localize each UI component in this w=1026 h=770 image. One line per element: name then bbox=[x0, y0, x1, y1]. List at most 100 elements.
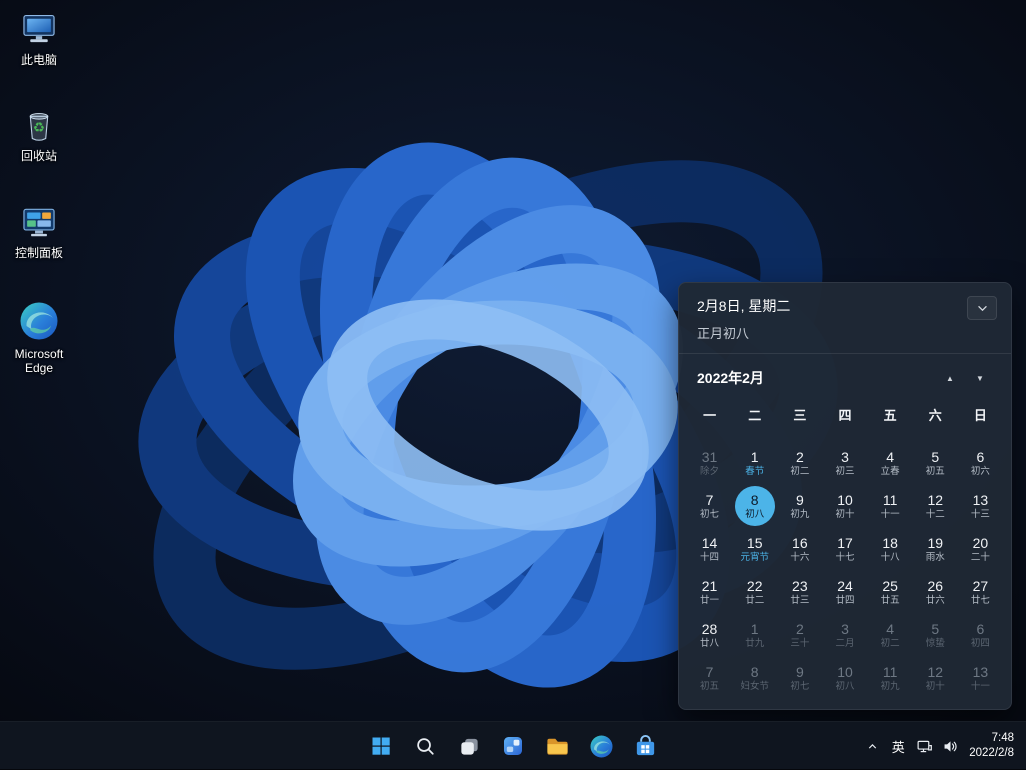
calendar-day-cell[interactable]: 22廿二 bbox=[732, 570, 777, 613]
desktop-icon-label: 控制面板 bbox=[15, 246, 63, 260]
calendar-day-cell[interactable]: 13十一 bbox=[958, 656, 1003, 699]
clock[interactable]: 7:48 2022/2/8 bbox=[963, 731, 1024, 761]
desktop-icon-label: 此电脑 bbox=[21, 53, 57, 67]
windows-logo-icon bbox=[369, 734, 393, 758]
weekday-label: 三 bbox=[777, 398, 822, 430]
weekday-label: 一 bbox=[687, 398, 732, 430]
calendar-day-cell[interactable]: 2初二 bbox=[777, 441, 822, 484]
widgets-icon bbox=[501, 734, 525, 758]
calendar-lunar-subtitle: 正月初八 bbox=[697, 323, 790, 342]
weekday-label: 五 bbox=[868, 398, 913, 430]
calendar-day-cell[interactable]: 15元宵节 bbox=[732, 527, 777, 570]
file-explorer-icon bbox=[545, 734, 570, 759]
calendar-next-month-button[interactable]: ▼ bbox=[965, 365, 995, 391]
weekday-label: 四 bbox=[822, 398, 867, 430]
calendar-day-cell[interactable]: 10初八 bbox=[822, 656, 867, 699]
calendar-day-cell[interactable]: 1廿九 bbox=[732, 613, 777, 656]
calendar-day-cell[interactable]: 9初九 bbox=[777, 484, 822, 527]
calendar-day-cell[interactable]: 7初五 bbox=[687, 656, 732, 699]
edge-icon bbox=[589, 734, 614, 759]
start-button[interactable] bbox=[361, 726, 401, 766]
calendar-date-title: 2月8日, 星期二 bbox=[697, 296, 790, 316]
control-panel-icon bbox=[20, 203, 58, 241]
desktop-icon-recycle-bin[interactable]: ♻ 回收站 bbox=[4, 106, 74, 163]
system-tray: 英 7:48 2022/2/8 bbox=[859, 722, 1024, 770]
calendar-day-cell[interactable]: 25廿五 bbox=[868, 570, 913, 613]
calendar-day-cell[interactable]: 20二十 bbox=[958, 527, 1003, 570]
calendar-day-cell[interactable]: 12十二 bbox=[913, 484, 958, 527]
file-explorer-button[interactable] bbox=[537, 726, 577, 766]
weekday-label: 六 bbox=[913, 398, 958, 430]
microsoft-store-button[interactable] bbox=[625, 726, 665, 766]
calendar-day-cell[interactable]: 8妇女节 bbox=[732, 656, 777, 699]
ime-language-button[interactable]: 英 bbox=[885, 726, 911, 766]
calendar-day-cell[interactable]: 21廿一 bbox=[687, 570, 732, 613]
calendar-day-cell[interactable]: 17十七 bbox=[822, 527, 867, 570]
speaker-icon bbox=[942, 738, 959, 755]
widgets-button[interactable] bbox=[493, 726, 533, 766]
calendar-day-cell[interactable]: 8初八 bbox=[732, 484, 777, 527]
calendar-day-cell[interactable]: 14十四 bbox=[687, 527, 732, 570]
chevron-up-icon bbox=[866, 740, 879, 753]
desktop-icon-this-pc[interactable]: 此电脑 bbox=[4, 10, 74, 67]
calendar-day-cell[interactable]: 7初七 bbox=[687, 484, 732, 527]
calendar-day-cell[interactable]: 10初十 bbox=[822, 484, 867, 527]
search-button[interactable] bbox=[405, 726, 445, 766]
weekday-label: 二 bbox=[732, 398, 777, 430]
calendar-day-cell[interactable]: 26廿六 bbox=[913, 570, 958, 613]
microsoft-edge-icon bbox=[18, 300, 60, 342]
recycle-bin-icon: ♻ bbox=[20, 106, 58, 144]
calendar-collapse-button[interactable] bbox=[967, 296, 997, 320]
task-view-icon bbox=[458, 735, 481, 758]
calendar-day-cell[interactable]: 1春节 bbox=[732, 441, 777, 484]
calendar-day-cell[interactable]: 4初二 bbox=[868, 613, 913, 656]
calendar-day-cell[interactable]: 6初四 bbox=[958, 613, 1003, 656]
calendar-day-cell[interactable]: 11十一 bbox=[868, 484, 913, 527]
clock-time: 7:48 bbox=[969, 731, 1014, 746]
this-pc-icon bbox=[20, 10, 58, 48]
calendar-header: 2月8日, 星期二 正月初八 bbox=[679, 283, 1011, 353]
caret-down-icon: ▼ bbox=[976, 374, 984, 383]
weekday-label: 日 bbox=[958, 398, 1003, 430]
taskbar-center-icons bbox=[361, 722, 665, 770]
calendar-day-cell[interactable]: 12初十 bbox=[913, 656, 958, 699]
chevron-down-icon bbox=[977, 305, 988, 312]
calendar-day-cell[interactable]: 18十八 bbox=[868, 527, 913, 570]
calendar-day-cell[interactable]: 5惊蛰 bbox=[913, 613, 958, 656]
calendar-day-cell[interactable]: 9初七 bbox=[777, 656, 822, 699]
calendar-day-cell[interactable]: 2三十 bbox=[777, 613, 822, 656]
desktop-icon-label: Microsoft Edge bbox=[4, 347, 74, 375]
calendar-month-label: 2022年2月 bbox=[697, 368, 935, 388]
calendar-day-cell[interactable]: 4立春 bbox=[868, 441, 913, 484]
desktop-icon-microsoft-edge[interactable]: Microsoft Edge bbox=[4, 300, 74, 375]
ime-language-label: 英 bbox=[892, 737, 905, 756]
network-icon bbox=[916, 738, 933, 755]
calendar-day-cell[interactable]: 5初五 bbox=[913, 441, 958, 484]
volume-button[interactable] bbox=[937, 726, 963, 766]
calendar-grid: 一二三四五六日31除夕1春节2初二3初三4立春5初五6初六7初七8初八9初九10… bbox=[679, 398, 1011, 705]
calendar-day-cell[interactable]: 24廿四 bbox=[822, 570, 867, 613]
desktop-icon-label: 回收站 bbox=[21, 149, 57, 163]
task-view-button[interactable] bbox=[449, 726, 489, 766]
calendar-day-cell[interactable]: 23廿三 bbox=[777, 570, 822, 613]
calendar-day-cell[interactable]: 31除夕 bbox=[687, 441, 732, 484]
calendar-day-cell[interactable]: 28廿八 bbox=[687, 613, 732, 656]
calendar-day-cell[interactable]: 16十六 bbox=[777, 527, 822, 570]
calendar-day-cell[interactable]: 6初六 bbox=[958, 441, 1003, 484]
calendar-day-cell[interactable]: 3初三 bbox=[822, 441, 867, 484]
network-button[interactable] bbox=[911, 726, 937, 766]
calendar-month-row: 2022年2月 ▲ ▼ bbox=[679, 354, 1011, 398]
desktop-icon-control-panel[interactable]: 控制面板 bbox=[4, 203, 74, 260]
calendar-day-cell[interactable]: 19雨水 bbox=[913, 527, 958, 570]
edge-button[interactable] bbox=[581, 726, 621, 766]
search-icon bbox=[414, 735, 437, 758]
calendar-day-cell[interactable]: 27廿七 bbox=[958, 570, 1003, 613]
calendar-day-cell[interactable]: 11初九 bbox=[868, 656, 913, 699]
svg-text:♻: ♻ bbox=[33, 120, 45, 135]
caret-up-icon: ▲ bbox=[946, 374, 954, 383]
calendar-prev-month-button[interactable]: ▲ bbox=[935, 365, 965, 391]
taskbar: 英 7:48 2022/2/8 bbox=[0, 721, 1026, 769]
calendar-day-cell[interactable]: 3二月 bbox=[822, 613, 867, 656]
calendar-day-cell[interactable]: 13十三 bbox=[958, 484, 1003, 527]
hidden-icons-button[interactable] bbox=[859, 726, 885, 766]
